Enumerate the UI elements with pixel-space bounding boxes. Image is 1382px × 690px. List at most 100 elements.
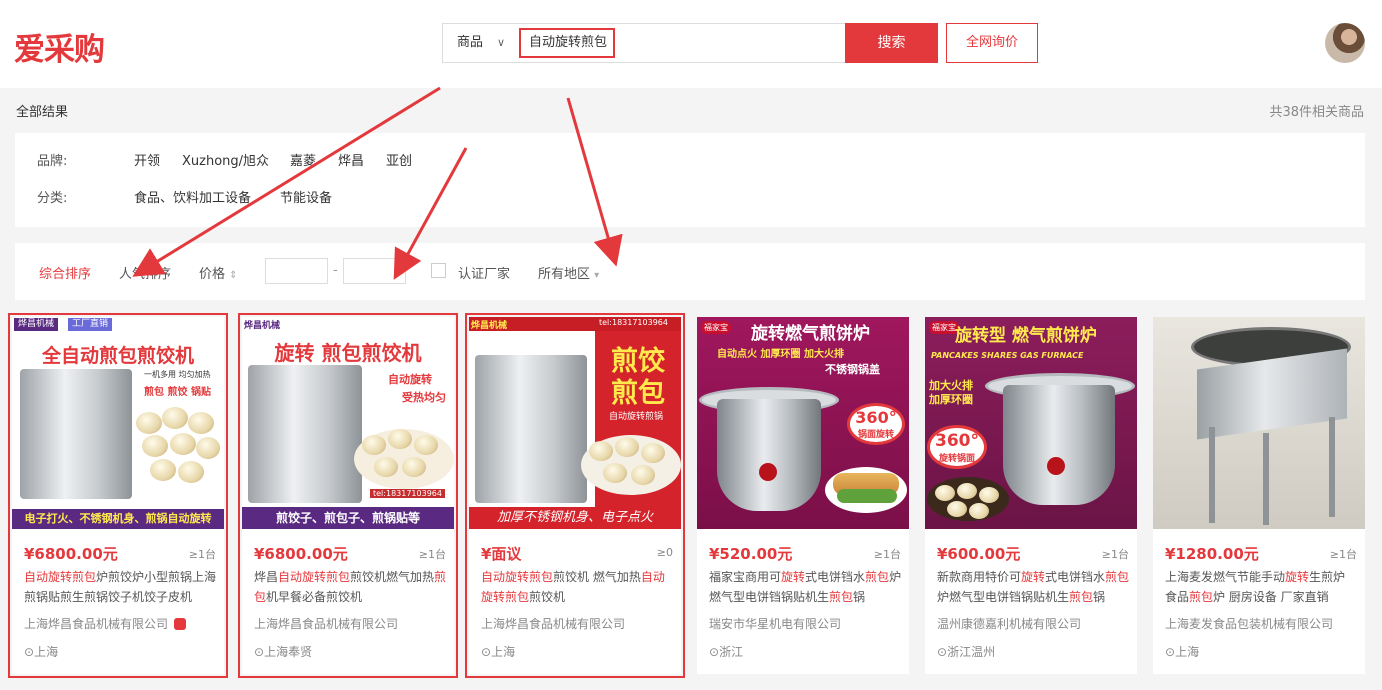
- location-text: 上海奉贤: [264, 645, 313, 659]
- location-pin-icon: ⊙: [24, 645, 35, 659]
- location: ⊙上海: [1165, 643, 1199, 660]
- brand-option[interactable]: 开领: [134, 152, 160, 172]
- title-text: 上海麦发燃气节能手动: [1165, 570, 1286, 584]
- art-headline2: 煎包: [611, 378, 665, 409]
- title-keyword: 旋转: [1021, 570, 1046, 584]
- search-input[interactable]: 自动旋转煎包: [519, 28, 615, 58]
- location-text: 上海: [1175, 645, 1200, 659]
- price-range-dash: -: [333, 263, 338, 278]
- brand-option[interactable]: 烨昌: [338, 152, 364, 172]
- title-keyword: 自动旋转煎包: [278, 570, 351, 584]
- burst-sub: 锅面旋转: [857, 430, 894, 440]
- product-card[interactable]: 福家宝 旋转型 燃气煎饼炉 PANCAKES SHARES GAS FURNAC…: [925, 317, 1137, 674]
- search-type-label: 商品: [457, 35, 484, 50]
- sort-bar: 综合排序 人气排序 价格 ⇕ - 认证厂家 所有地区 ▾: [15, 243, 1365, 300]
- search-type-select[interactable]: 商品 ∨: [443, 24, 515, 62]
- product-card[interactable]: 福家宝 旋转燃气煎饼炉 自动点火 加厚环圈 加大火排 不锈钢锅盖 360° 锅面…: [697, 317, 909, 674]
- machine-illustration: [20, 369, 132, 499]
- product-image[interactable]: 福家宝 旋转燃气煎饼炉 自动点火 加厚环圈 加大火排 不锈钢锅盖 360° 锅面…: [697, 317, 909, 529]
- product-card[interactable]: 烨昌机械 工厂直销 全自动煎包煎饺机 一机多用 均匀加热 煎包 煎饺 锅贴 电子…: [8, 313, 228, 678]
- title-text: 煎饺机燃气加热: [350, 570, 435, 584]
- product-image[interactable]: 烨昌机械 tel:18317103964 煎饺 煎包 自动旋转煎锅 加厚不锈钢机…: [469, 317, 681, 529]
- product-image[interactable]: 烨昌机械 工厂直销 全自动煎包煎饺机 一机多用 均匀加热 煎包 煎饺 锅贴 电子…: [12, 317, 224, 529]
- title-text: 式电饼铛水: [805, 570, 866, 584]
- location: ⊙浙江: [709, 643, 743, 660]
- price-min-input[interactable]: [265, 258, 328, 284]
- title-keyword: 自动旋转煎包: [481, 570, 554, 584]
- art-headline: 全自动煎包煎饺机: [41, 345, 194, 367]
- title-keyword: 旋转: [781, 570, 806, 584]
- result-count: 共38件相关商品: [1269, 105, 1364, 120]
- location-pin-icon: ⊙: [254, 645, 265, 659]
- avatar[interactable]: [1325, 23, 1365, 63]
- chevron-down-icon: ▾: [594, 270, 600, 281]
- brand-filter-label: 品牌:: [37, 154, 68, 169]
- art-headline: 旋转燃气煎饼炉: [751, 324, 870, 344]
- company-name[interactable]: 上海烨昌食品机械有限公司: [254, 615, 398, 632]
- title-keyword: 煎包: [1105, 570, 1130, 584]
- product-card[interactable]: 烨昌机械 旋转 煎包煎饺机 自动旋转 受热均匀 tel:18317103964 …: [238, 313, 458, 678]
- machine-illustration: [248, 365, 362, 503]
- art-sub2: 煎包 煎饺 锅贴: [144, 387, 211, 398]
- company-name[interactable]: 瑞安市华星机电有限公司: [709, 615, 841, 632]
- price-max-input[interactable]: [343, 258, 406, 284]
- company-name[interactable]: 上海烨昌食品机械有限公司: [481, 615, 625, 632]
- search-button[interactable]: 搜索: [845, 23, 938, 63]
- product-title[interactable]: 上海麦发燃气节能手动旋转生煎炉 食品煎包炉 厨房设备 厂家直销: [1165, 567, 1359, 607]
- brand-option[interactable]: 嘉菱: [290, 152, 316, 172]
- product-title[interactable]: 烨昌自动旋转煎包煎饺机燃气加热煎包机早餐必备煎饺机: [254, 567, 448, 607]
- product-title[interactable]: 福家宝商用可旋转式电饼铛水煎包炉燃气型电饼铛锅贴机生煎包锅: [709, 567, 903, 607]
- rotation-badge: 360° 锅面旋转: [847, 403, 905, 445]
- title-text: 锅: [853, 590, 866, 604]
- verified-label: 认证厂家: [458, 267, 511, 282]
- factory-tag: 工厂直销: [68, 318, 113, 331]
- verified-checkbox[interactable]: [431, 263, 446, 278]
- machine-illustration: [475, 355, 587, 503]
- product-image[interactable]: 烨昌机械 旋转 煎包煎饺机 自动旋转 受热均匀 tel:18317103964 …: [242, 317, 454, 529]
- location-pin-icon: ⊙: [481, 645, 492, 659]
- product-card[interactable]: 烨昌机械 tel:18317103964 煎饺 煎包 自动旋转煎锅 加厚不锈钢机…: [465, 313, 685, 678]
- region-select[interactable]: 所有地区 ▾: [538, 263, 599, 282]
- brand-option[interactable]: Xuzhong/旭众: [182, 152, 269, 172]
- title-text: 新款商用特价可: [937, 570, 1022, 584]
- title-text: 煎饺机: [529, 590, 566, 604]
- product-title[interactable]: 自动旋转煎包炉煎饺炉小型煎锅上海煎锅贴煎生煎锅饺子机饺子皮机: [24, 567, 218, 607]
- min-order: ≥1台: [188, 548, 216, 561]
- product-title[interactable]: 新款商用特价可旋转式电饼铛水煎包炉燃气型电饼铛锅贴机生煎包锅: [937, 567, 1131, 607]
- location: ⊙上海: [481, 643, 515, 660]
- burst-sub: 旋转锅面: [938, 454, 975, 464]
- category-option[interactable]: 节能设备: [280, 189, 332, 209]
- network-inquiry-button[interactable]: 全网询价: [946, 23, 1038, 63]
- art-sub: 自动旋转煎锅: [609, 412, 664, 422]
- title-keyword: 煎包: [865, 570, 890, 584]
- title-text: 机早餐必备煎饺机: [266, 590, 363, 604]
- location-pin-icon: ⊙: [709, 645, 720, 659]
- product-title[interactable]: 自动旋转煎包煎饺机 燃气加热自动旋转煎包煎饺机: [481, 567, 675, 607]
- min-order: ≥0: [656, 546, 673, 559]
- location-text: 上海: [491, 645, 516, 659]
- product-image[interactable]: [1153, 317, 1365, 529]
- art-sub2: 加大火排 加厚环圈: [929, 379, 973, 406]
- category-option[interactable]: 食品、饮料加工设备: [134, 189, 251, 209]
- location-pin-icon: ⊙: [1165, 645, 1176, 659]
- brand-tag: 烨昌机械: [14, 318, 59, 331]
- sort-popularity[interactable]: 人气排序: [119, 263, 171, 282]
- company-name[interactable]: 温州康德嘉利机械有限公司: [937, 615, 1081, 632]
- product-card[interactable]: ¥1280.00元 ≥1台 上海麦发燃气节能手动旋转生煎炉 食品煎包炉 厨房设备…: [1153, 317, 1365, 674]
- brand-option[interactable]: 亚创: [386, 152, 412, 172]
- art-sub: 一机多用 均匀加热: [144, 370, 211, 379]
- product-price: ¥6800.00元: [254, 545, 348, 563]
- product-image[interactable]: 福家宝 旋转型 燃气煎饼炉 PANCAKES SHARES GAS FURNAC…: [925, 317, 1137, 529]
- filter-panel: 品牌: 开领 Xuzhong/旭众 嘉菱 烨昌 亚创 分类: 食品、饮料加工设备…: [15, 133, 1365, 227]
- sort-price[interactable]: 价格 ⇕: [199, 263, 238, 282]
- company-name[interactable]: 上海烨昌食品机械有限公司: [24, 615, 187, 632]
- art-footer: 电子打火、不锈钢机身、煎锅自动旋转: [12, 509, 224, 529]
- brand-tag: 烨昌机械: [244, 321, 281, 331]
- sort-arrows-icon: ⇕: [229, 270, 238, 281]
- company-name[interactable]: 上海麦发食品包装机械有限公司: [1165, 615, 1333, 632]
- title-text: 福家宝商用可: [709, 570, 782, 584]
- sort-comprehensive[interactable]: 综合排序: [39, 263, 91, 282]
- site-logo[interactable]: 爱采购: [14, 24, 105, 69]
- location-text: 上海: [34, 645, 59, 659]
- breadcrumb: 全部结果: [16, 105, 69, 120]
